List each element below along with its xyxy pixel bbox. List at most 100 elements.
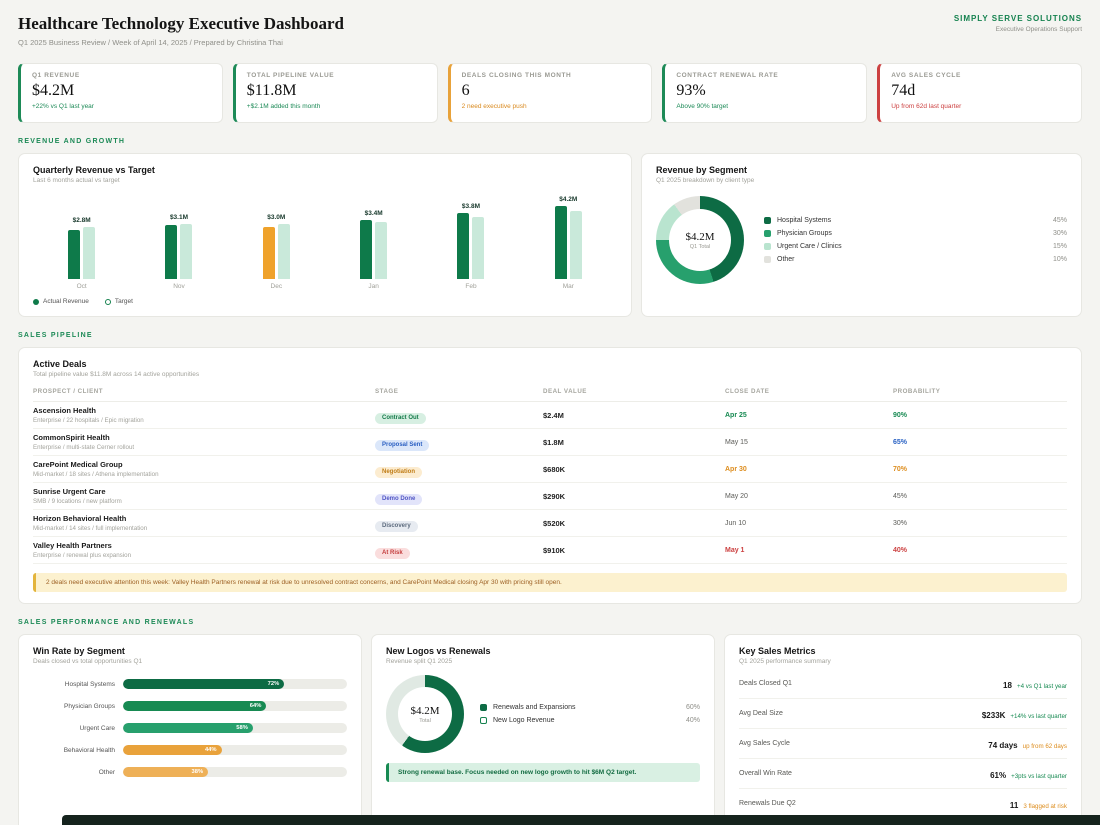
target-bar [180, 224, 193, 279]
deal-row: Ascension Health Enterprise / 22 hospital… [33, 402, 1067, 429]
deal-stage-cell: Negotiation [375, 460, 543, 478]
metric-row: Avg Sales Cycle 74 days up from 62 days [739, 729, 1067, 759]
donut-center: $4.2M Total [398, 687, 452, 741]
bar-group: $3.0M Dec [262, 214, 290, 290]
deal-prospect-cell: CarePoint Medical Group Mid-market / 18 s… [33, 460, 375, 478]
chart-legend: Actual Revenue Target [33, 298, 617, 305]
renewal-note: Strong renewal base. Focus needed on new… [386, 763, 700, 782]
legend-label: Urgent Care / Clinics [777, 243, 842, 250]
kpi-label: TOTAL PIPELINE VALUE [246, 72, 335, 79]
metric-value-group: $233K +14% vs last quarter [982, 705, 1067, 723]
donut-center-value: $4.2M [410, 704, 440, 717]
win-rate-segment-label: Urgent Care [79, 724, 115, 732]
deal-probability-cell: 45% [893, 492, 908, 500]
split-legend: Renewals and Expansions 60% New Logo Reven… [480, 704, 700, 724]
new-logos-card: New Logos vs Renewals Revenue split Q1 2… [371, 634, 715, 825]
bar-pair [360, 220, 388, 279]
legend-swatch [764, 217, 771, 224]
deal-probability-cell: 40% [893, 546, 908, 554]
legend-label: New Logo Revenue [493, 717, 555, 724]
dashboard-page: Healthcare Technology Executive Dashboar… [0, 0, 1100, 825]
win-rate-bar: 44% [123, 745, 222, 755]
actual-revenue-bar [360, 220, 373, 279]
card-title: Key Sales Metrics [739, 646, 816, 656]
card-title: Revenue by Segment [656, 165, 748, 175]
bar-month-label: Nov [173, 283, 185, 290]
bottom-accent-bar [62, 815, 1100, 825]
bar-month-label: Oct [76, 283, 87, 290]
donut-center: $4.2M Q1 Total [669, 209, 731, 271]
split-legend-item: Renewals and Expansions 60% [480, 704, 700, 711]
deal-value-cell: $2.4M [543, 410, 564, 420]
pipeline-alert: 2 deals need executive attention this we… [33, 573, 1067, 592]
metric-note: +3pts vs last quarter [1011, 772, 1067, 780]
win-rate-segment-label: Hospital Systems [64, 680, 115, 688]
card-subtitle: Last 6 months actual vs target [33, 177, 120, 184]
kpi-note: Above 90% target [676, 103, 729, 110]
deal-probability-cell: 90% [893, 411, 908, 419]
deal-stage-cell: Demo Done [375, 487, 543, 505]
win-rate-value: 38% [191, 769, 204, 775]
kpi-row: Q1 REVENUE $4.2M +22% vs Q1 last year TOTAL… [18, 63, 1082, 123]
deal-close-date-cell: May 15 [725, 438, 748, 446]
bar-pair [262, 224, 290, 279]
win-rate-value: 58% [236, 725, 248, 731]
section-heading-revenue: REVENUE AND GROWTH [18, 138, 126, 145]
deal-row: Sunrise Urgent Care SMB / 9 locations / n… [33, 483, 1067, 510]
deal-prospect-cell: Sunrise Urgent Care SMB / 9 locations / n… [33, 487, 375, 505]
deal-close-date-cell: May 1 [725, 546, 745, 554]
actual-revenue-bar [165, 225, 178, 279]
win-rate-chart: Hospital Systems 72% Physician Groups 64% Ur… [33, 679, 347, 777]
active-deals-card: Active Deals Total pipeline value $11.8M… [18, 347, 1082, 604]
kpi-card-3: DEALS CLOSING THIS MONTH 6 2 need executiv… [447, 63, 653, 123]
column-header: CLOSE DATE [725, 388, 770, 395]
target-bar [569, 211, 582, 279]
deal-detail: Enterprise / multi-state Cerner rollout [33, 444, 135, 451]
deal-row: CarePoint Medical Group Mid-market / 18 s… [33, 456, 1067, 483]
page-subtitle: Q1 2025 Business Review / Week of April … [18, 38, 283, 47]
card-subtitle: Q1 2025 performance summary [739, 658, 831, 665]
kpi-value: 74d [891, 82, 916, 99]
column-header: STAGE [375, 388, 399, 395]
bar-group: $2.8M Oct [68, 217, 96, 290]
legend-swatch [480, 717, 487, 724]
legend-label: Target [114, 298, 133, 305]
bar-value-label: $3.8M [461, 203, 480, 210]
win-rate-bar: 58% [123, 723, 253, 733]
quarterly-revenue-card: Quarterly Revenue vs Target Last 6 month… [18, 153, 632, 317]
legend-label: Hospital Systems [777, 217, 832, 224]
legend-swatch [764, 243, 771, 250]
deal-detail: Mid-market / 18 sites / Athena implement… [33, 471, 159, 478]
card-title: Win Rate by Segment [33, 646, 125, 656]
metric-value-group: 11 3 flagged at risk [1010, 795, 1067, 813]
kpi-value: $4.2M [32, 82, 75, 99]
win-rate-row: Urgent Care 58% [33, 723, 347, 733]
metric-value-group: 18 +4 vs Q1 last year [1003, 675, 1067, 693]
legend-label: Other [777, 256, 795, 263]
kpi-note: +22% vs Q1 last year [32, 103, 94, 110]
win-rate-segment-label: Behavioral Health [63, 746, 115, 754]
kpi-note: +$2.1M added this month [246, 103, 321, 110]
legend-percent: 30% [1052, 230, 1067, 237]
split-chart-body: $4.2M Total Renewals and Expansions 60% Ne… [386, 675, 700, 753]
deal-name: CarePoint Medical Group [33, 460, 123, 469]
legend-percent: 15% [1052, 243, 1067, 250]
stage-badge: At Risk [375, 547, 410, 559]
metric-note: +14% vs last quarter [1010, 712, 1067, 720]
legend-percent: 60% [685, 704, 700, 711]
bar-pair [457, 213, 485, 279]
bar-value-label: $2.8M [72, 217, 91, 224]
deal-stage-cell: Discovery [375, 514, 543, 532]
legend-percent: 10% [1052, 256, 1067, 263]
header: Healthcare Technology Executive Dashboar… [18, 14, 1082, 47]
win-rate-row: Physician Groups 64% [33, 701, 347, 711]
deal-row: Valley Health Partners Enterprise / renew… [33, 537, 1067, 564]
win-rate-row: Hospital Systems 72% [33, 679, 347, 689]
segment-legend-item: Urgent Care / Clinics 15% [764, 243, 1067, 250]
deal-prospect-cell: Ascension Health Enterprise / 22 hospital… [33, 406, 375, 424]
deal-name: Valley Health Partners [33, 541, 112, 550]
win-rate-track: 38% [123, 767, 347, 777]
deal-row: CommonSpirit Health Enterprise / multi-st… [33, 429, 1067, 456]
page-title: Healthcare Technology Executive Dashboar… [18, 14, 344, 33]
win-rate-bar: 64% [123, 701, 267, 711]
